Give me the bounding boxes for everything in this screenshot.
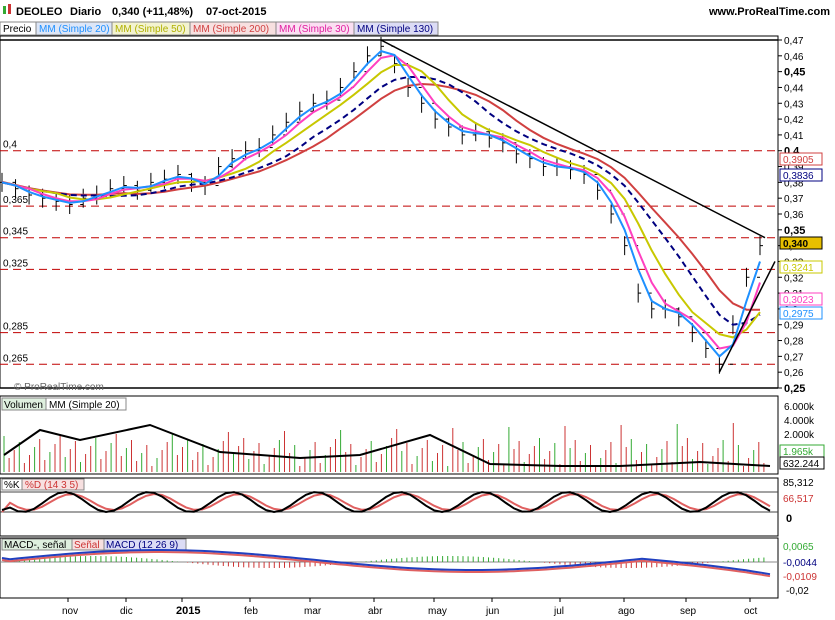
legend-ma30[interactable]: MM (Simple 30) xyxy=(279,24,350,35)
stoch-tag: 85,312 xyxy=(783,478,814,489)
y-tick-label: 0,36 xyxy=(784,210,804,221)
y-tick-label: 0,44 xyxy=(784,83,804,94)
macd-tick: -0,02 xyxy=(786,586,809,597)
stoch-zero-tick: 0 xyxy=(786,513,792,525)
price-axis: 0,470,460,450,440,430,420,410,40,390,380… xyxy=(778,36,823,395)
x-label: ago xyxy=(618,606,635,617)
legend-volume: Volumen xyxy=(4,400,43,411)
ma20-line xyxy=(1,49,761,358)
macd-tag: -0,0044 xyxy=(783,558,817,569)
y-tick-label: 0,41 xyxy=(784,131,804,142)
time-axis: nov dic 2015 feb mar abr may jun jul ago sep oct xyxy=(62,598,758,617)
value-tag-ma200: 0,3905 xyxy=(783,155,814,166)
volume-tag: 1.965k xyxy=(783,447,814,458)
x-label: jun xyxy=(485,606,499,617)
legend-macd-hist: MACD-, señal xyxy=(4,540,66,551)
y-tick-label: 0,42 xyxy=(784,115,804,126)
stoch-legend: %K %D (14 3 5) xyxy=(1,478,85,491)
y-tick-label: 0,37 xyxy=(784,194,804,205)
macd-tag: -0,0109 xyxy=(783,572,817,583)
price-panel xyxy=(0,35,779,389)
last-price-text: 0,340 (+11,48%) xyxy=(112,6,193,18)
price-layer: 0,40,3650,3450,3250,2850,265 xyxy=(0,36,778,389)
y-tick-label: 0,29 xyxy=(784,321,804,332)
site-text: www.ProRealTime.com xyxy=(708,6,830,18)
y-tick-label: 0,26 xyxy=(784,368,804,379)
volume-tick: 4.000k xyxy=(784,416,815,427)
value-tag-ma20: 0,2975 xyxy=(783,309,814,320)
support-label: 0,285 xyxy=(3,322,28,333)
resistance-trendline xyxy=(380,39,766,239)
symbol-text: DEOLEO xyxy=(16,6,63,18)
volume-legend: Volumen MM (Simple 20) xyxy=(1,397,127,411)
y-tick-label: 0,27 xyxy=(784,352,804,363)
x-label: oct xyxy=(744,606,758,617)
stoch-layer: 85,312 66,517 0 xyxy=(0,478,814,525)
x-label: may xyxy=(428,606,447,617)
macd-signal-line xyxy=(1,551,771,578)
stock-chart: DEOLEO Diario 0,340 (+11,48%) 07-oct-201… xyxy=(0,0,835,617)
header: DEOLEO Diario 0,340 (+11,48%) 07-oct-201… xyxy=(0,0,835,22)
x-label: 2015 xyxy=(176,605,200,617)
x-label: nov xyxy=(62,606,78,617)
x-label: abr xyxy=(368,606,383,617)
y-tick-label: 0,32 xyxy=(784,273,804,284)
support-trendline xyxy=(718,261,776,373)
legend-ma200[interactable]: MM (Simple 200) xyxy=(193,24,269,35)
legend-stoch-k: %K xyxy=(4,480,20,491)
stoch-tag: 66,517 xyxy=(783,494,814,505)
legend-ma130[interactable]: MM (Simple 130) xyxy=(357,24,433,35)
support-label: 0,345 xyxy=(3,227,28,238)
value-tag-ma50: 0,3241 xyxy=(783,263,814,274)
y-tick-label: 0,28 xyxy=(784,337,804,348)
legend-macd-signal: Señal xyxy=(74,540,100,551)
legend-price: Precio xyxy=(3,24,32,35)
support-label: 0,265 xyxy=(3,353,28,364)
y-tick-label: 0,43 xyxy=(784,99,804,110)
y-tick-label: 0,47 xyxy=(784,36,804,47)
watermark: © ProRealTime.com xyxy=(14,382,104,393)
y-tick-label: 0,46 xyxy=(784,52,804,63)
legend-ma50[interactable]: MM (Simple 50) xyxy=(115,24,186,35)
x-label: dic xyxy=(120,606,133,617)
price-legend: Precio MM (Simple 20) MM (Simple 50) MM … xyxy=(0,21,439,36)
stoch-panel xyxy=(0,477,779,537)
x-label: mar xyxy=(304,606,322,617)
volume-tag: 632.244 xyxy=(783,459,820,470)
legend-volume-ma: MM (Simple 20) xyxy=(49,400,120,411)
legend-stoch-d: %D (14 3 5) xyxy=(25,480,78,491)
x-label: sep xyxy=(680,606,697,617)
value-tag-price: 0,340 xyxy=(783,239,808,250)
volume-tick: 6.000k xyxy=(784,402,815,413)
period-text: Diario xyxy=(70,6,101,18)
x-label: feb xyxy=(244,606,258,617)
date-text: 07-oct-2015 xyxy=(206,6,267,18)
y-tick-label: 0,25 xyxy=(784,383,805,395)
value-tag-ma30: 0,3023 xyxy=(783,295,814,306)
value-tag-ma130: 0,3836 xyxy=(783,171,814,182)
macd-layer: 0,0065 -0,0044 -0,0109 -0,02 xyxy=(0,542,817,597)
y-tick-label: 0,35 xyxy=(784,225,805,237)
support-label: 0,4 xyxy=(3,140,17,151)
volume-tick: 2.000k xyxy=(784,430,815,441)
x-label: jul xyxy=(553,606,564,617)
y-tick-label: 0,45 xyxy=(784,67,805,79)
support-label: 0,325 xyxy=(3,258,28,269)
legend-ma20[interactable]: MM (Simple 20) xyxy=(39,24,110,35)
volume-layer: 6.000k 4.000k 2.000k 1.965k632.244 xyxy=(3,402,825,472)
macd-tag: 0,0065 xyxy=(783,542,814,553)
